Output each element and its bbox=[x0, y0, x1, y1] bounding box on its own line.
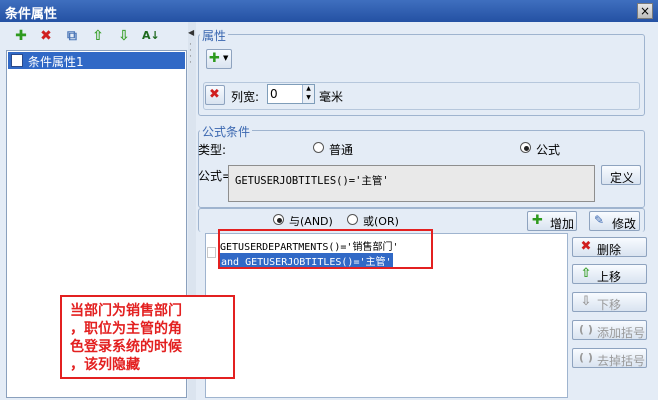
or-label[interactable]: 或(OR) bbox=[363, 213, 399, 229]
column-width-label: 列宽: bbox=[231, 90, 260, 104]
remove-property-button[interactable]: ✖ bbox=[205, 85, 225, 105]
bracket-icon: ( ) bbox=[579, 323, 593, 336]
move-up-button[interactable]: ⇧ 上移 bbox=[572, 264, 647, 284]
copy-icon[interactable]: ⧉ bbox=[64, 28, 80, 44]
spin-up-icon[interactable]: ▲ bbox=[302, 85, 314, 94]
annotation-callout: 当部门为销售部门 ，职位为主管的角 色登录系统的时候 ，该列隐藏 bbox=[60, 295, 235, 379]
column-width-spinner[interactable]: 0 ▲ ▼ bbox=[267, 84, 315, 104]
remove-bracket-button-label: 去掉括号 bbox=[597, 354, 646, 368]
edit-icon: ✎ bbox=[594, 213, 605, 227]
unit-label: 毫米 bbox=[319, 90, 344, 104]
move-up-icon: ⇧ bbox=[580, 266, 592, 281]
tree-item-label: 条件属性1 bbox=[28, 55, 84, 69]
type-formula-radio[interactable] bbox=[520, 142, 531, 153]
sort-icon[interactable]: A↓ bbox=[142, 28, 160, 44]
tree-item-condition-1[interactable]: 条件属性1 bbox=[8, 52, 185, 69]
add-button-label: 增加 bbox=[550, 217, 575, 231]
delete-button-label: 删除 bbox=[597, 243, 622, 257]
move-down-icon: ⇩ bbox=[580, 294, 592, 309]
move-down-button[interactable]: ⇩ 下移 bbox=[572, 292, 647, 312]
column-width-value[interactable]: 0 bbox=[270, 87, 278, 101]
and-radio[interactable] bbox=[273, 214, 284, 225]
title-bar: 条件属性 × bbox=[0, 0, 658, 22]
add-bracket-button[interactable]: ( ) 添加括号 bbox=[572, 320, 647, 340]
grip-icon: · · · · bbox=[189, 40, 192, 68]
dropdown-arrow-icon: ▼ bbox=[223, 54, 229, 62]
move-down-button-label: 下移 bbox=[597, 298, 622, 312]
add-bracket-button-label: 添加括号 bbox=[597, 326, 646, 340]
add-icon: ✚ bbox=[209, 51, 220, 66]
edit-button[interactable]: ✎ 修改 bbox=[589, 211, 640, 231]
document-icon bbox=[11, 54, 23, 67]
move-down-icon[interactable]: ⇩ bbox=[116, 28, 132, 44]
property-legend: 属性 bbox=[200, 27, 229, 44]
delete-icon: ✖ bbox=[580, 239, 592, 254]
collapse-left-icon[interactable]: ◀ bbox=[188, 28, 194, 37]
left-toolbar: ✚ ✖ ⧉ ⇧ ⇩ A↓ bbox=[10, 26, 180, 48]
define-button-label: 定义 bbox=[610, 171, 635, 185]
window-title: 条件属性 bbox=[5, 7, 58, 22]
add-icon: ✚ bbox=[532, 213, 543, 228]
delete-icon[interactable]: ✖ bbox=[38, 28, 54, 44]
edit-button-label: 修改 bbox=[612, 217, 637, 231]
delete-condition-button[interactable]: ✖ 删除 bbox=[572, 237, 647, 257]
remove-bracket-button[interactable]: ( ) 去掉括号 bbox=[572, 348, 647, 368]
define-button[interactable]: 定义 bbox=[601, 165, 641, 185]
add-property-button[interactable]: ✚ ▼ bbox=[206, 49, 232, 69]
type-normal-radio[interactable] bbox=[313, 142, 324, 153]
type-label: 类型: bbox=[198, 143, 227, 157]
delete-icon: ✖ bbox=[209, 87, 220, 102]
and-label[interactable]: 与(AND) bbox=[289, 213, 333, 229]
spin-down-icon[interactable]: ▼ bbox=[302, 94, 314, 103]
formula-field[interactable]: GETUSERJOBTITLES()='主管' bbox=[228, 165, 595, 202]
annotation-highlight bbox=[218, 229, 433, 269]
remove-bracket-icon: ( ) bbox=[579, 351, 593, 364]
annotation-text: 当部门为销售部门 ，职位为主管的角 色登录系统的时候 ，该列隐藏 bbox=[70, 303, 182, 373]
formula-value: GETUSERJOBTITLES()='主管' bbox=[235, 175, 389, 187]
type-formula-label[interactable]: 公式 bbox=[536, 141, 560, 158]
formula-condition-legend: 公式条件 bbox=[200, 123, 253, 140]
add-button[interactable]: ✚ 增加 bbox=[527, 211, 577, 231]
or-radio[interactable] bbox=[347, 214, 358, 225]
type-normal-label[interactable]: 普通 bbox=[329, 141, 353, 158]
move-up-button-label: 上移 bbox=[597, 270, 622, 284]
move-up-icon[interactable]: ⇧ bbox=[90, 28, 106, 44]
formula-label: 公式= bbox=[198, 169, 233, 183]
close-button[interactable]: × bbox=[637, 3, 653, 19]
add-icon[interactable]: ✚ bbox=[13, 28, 29, 44]
list-checkbox[interactable] bbox=[207, 247, 216, 258]
